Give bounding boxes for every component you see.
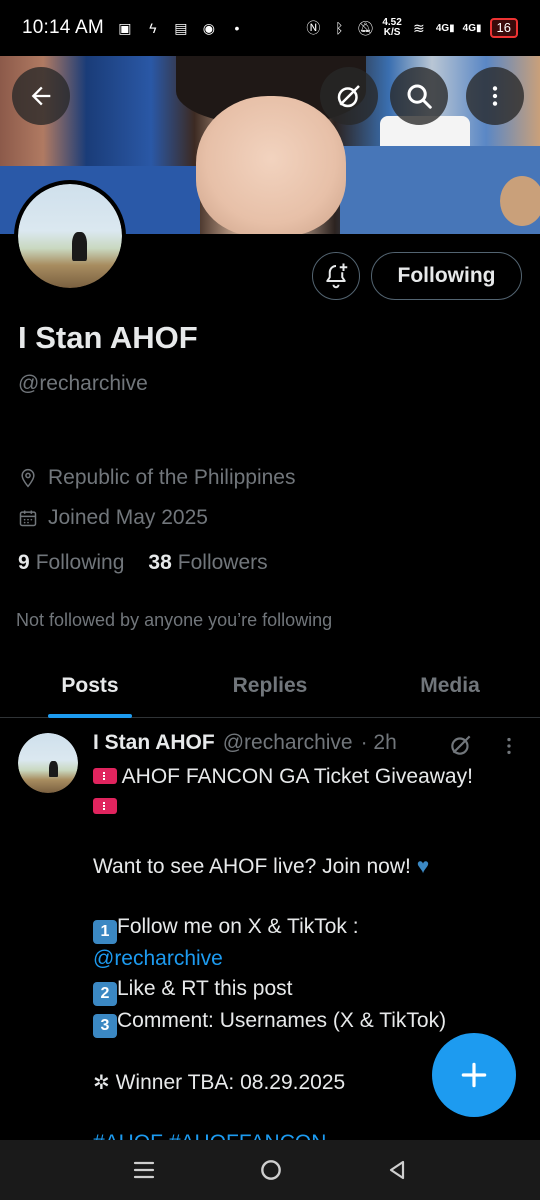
location-pin-icon [21, 468, 35, 488]
back-arrow-icon [31, 86, 51, 106]
bell-plus-icon [326, 263, 348, 289]
keycap-1-icon: 1 [93, 920, 117, 944]
wifi-icon: ≋ [412, 20, 425, 36]
ticket-emoji-icon [93, 768, 117, 784]
not-followed-notice: Not followed by anyone you’re following [16, 610, 333, 630]
notification-app-icon: ▣ [118, 20, 132, 36]
user-handle: @recharchive [18, 372, 148, 395]
post-author-avatar[interactable] [18, 733, 78, 793]
post-author-handle[interactable]: @recharchive [223, 731, 353, 755]
ticket-emoji-icon [93, 798, 117, 814]
status-time: 10:14 AM [22, 17, 104, 38]
compose-post-button[interactable] [432, 1033, 516, 1117]
following-count-link[interactable]: 9 Following [18, 551, 124, 575]
party-popper-emoji-icon: ✲ [93, 1072, 110, 1094]
battery-indicator: 16 [489, 18, 518, 38]
display-name: I Stan AHOF [18, 320, 198, 355]
location-row: Republic of the Philippines [18, 466, 296, 490]
following-button[interactable]: Following [371, 252, 522, 300]
mute-icon: 🔕︎ [356, 20, 375, 36]
app-badge-icon: ▤ [174, 20, 188, 36]
grok-button[interactable] [320, 67, 378, 125]
location-text: Republic of the Philippines [48, 466, 296, 489]
net-speed: 4.52 K/S [382, 17, 402, 38]
recent-apps-icon[interactable] [131, 1158, 157, 1182]
profile-avatar[interactable] [14, 180, 126, 292]
follow-counts: 9 Following 38 Followers [18, 551, 268, 575]
followers-count-link[interactable]: 38 Followers [148, 551, 267, 575]
joined-row: Joined May 2025 [18, 506, 208, 530]
bolt-icon: ϟ [149, 20, 157, 36]
post-time: · 2h [360, 731, 397, 754]
blue-heart-emoji-icon: ♥ [416, 855, 430, 878]
grok-post-icon[interactable] [448, 732, 474, 758]
more-button[interactable] [466, 67, 524, 125]
status-bar: 10:14 AM ▣ ϟ ▤ ◉ • Ⓝ ᛒ 🔕︎ 4.52 K/S ≋ 4G▮… [0, 0, 540, 56]
tab-media[interactable]: Media [360, 660, 540, 717]
post-header: I Stan AHOF @recharchive · 2h [93, 731, 397, 755]
system-nav-bar [0, 1140, 540, 1200]
post-author-name[interactable]: I Stan AHOF [93, 731, 215, 755]
signal-1-icon: 4G▮ [435, 22, 455, 34]
mention-link[interactable]: @recharchive [93, 947, 223, 970]
search-icon [407, 84, 432, 109]
tab-posts[interactable]: Posts [0, 660, 180, 717]
plus-icon [461, 1062, 487, 1088]
messenger-icon: ◉ [202, 20, 215, 36]
more-vertical-icon [492, 86, 498, 106]
slash-circle-icon [337, 85, 360, 108]
home-icon[interactable] [258, 1157, 284, 1183]
signal-2-icon: 4G▮ [462, 22, 482, 34]
keycap-2-icon: 2 [93, 982, 117, 1006]
calendar-icon [19, 510, 37, 527]
joined-text: Joined May 2025 [48, 506, 208, 529]
notifications-button[interactable] [312, 252, 360, 300]
search-button[interactable] [390, 67, 448, 125]
post-more-icon[interactable] [498, 734, 520, 758]
back-nav-icon[interactable] [385, 1157, 409, 1183]
nfc-icon: Ⓝ [306, 20, 321, 36]
dot-icon: • [234, 20, 240, 36]
keycap-3-icon: 3 [93, 1014, 117, 1038]
profile-tabs: Posts Replies Media [0, 660, 540, 718]
tab-replies[interactable]: Replies [180, 660, 360, 717]
bluetooth-icon: ᛒ [335, 20, 344, 36]
back-button[interactable] [12, 67, 70, 125]
